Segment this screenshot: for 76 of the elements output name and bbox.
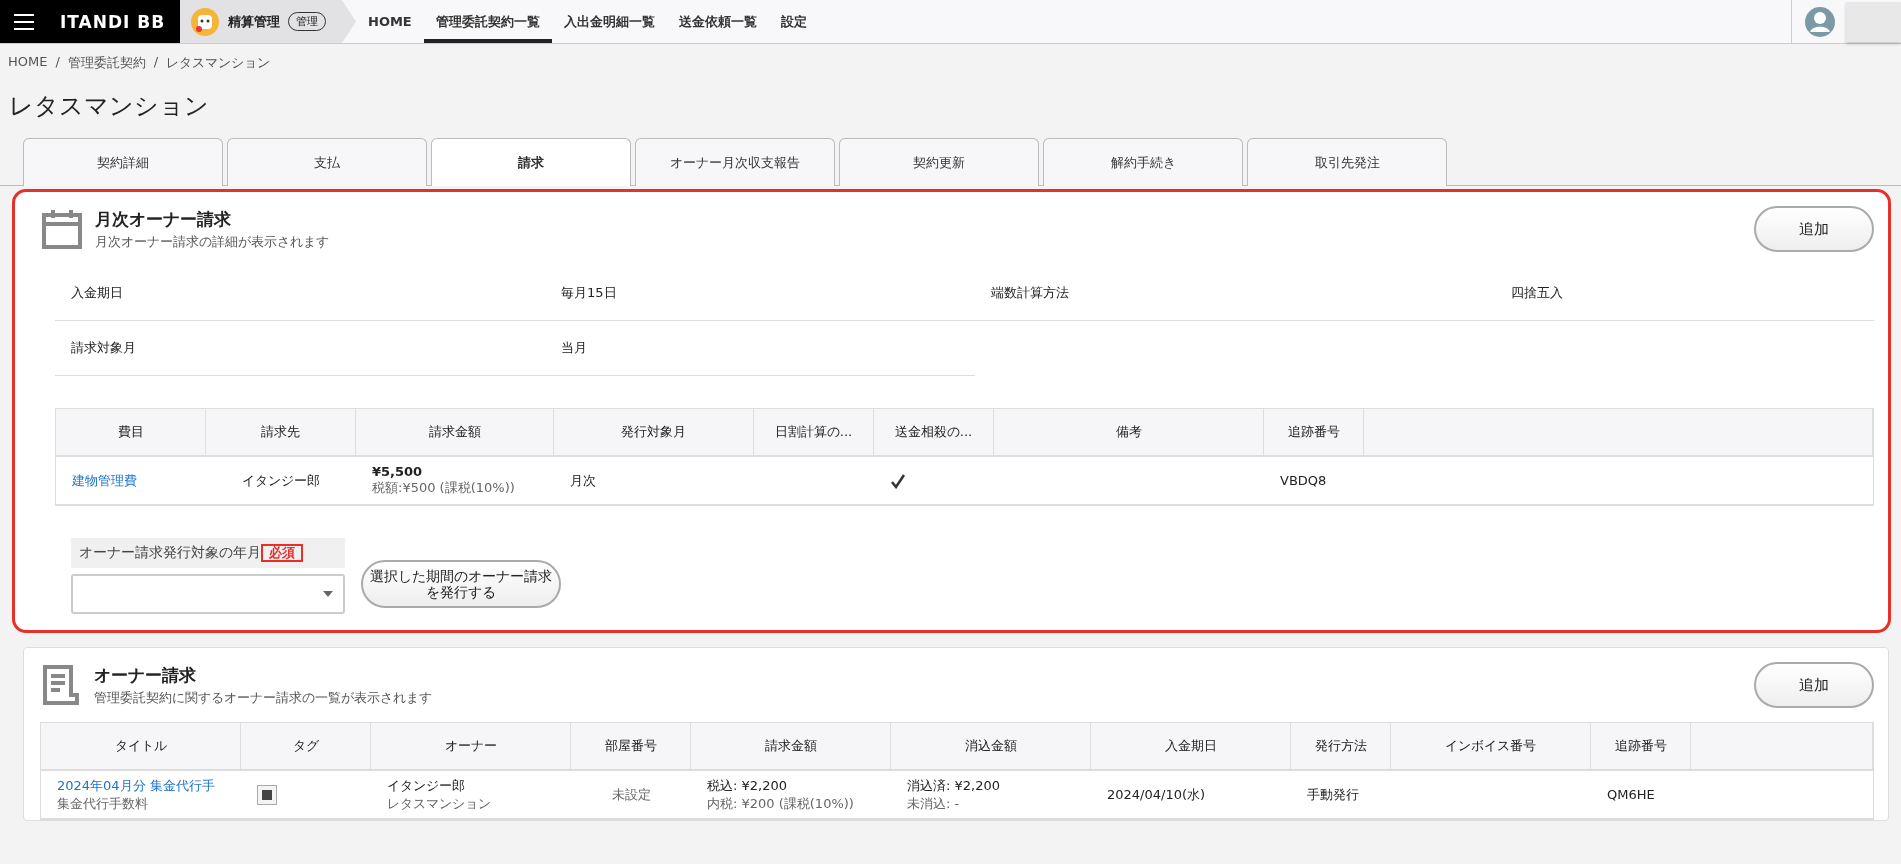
column-header: 送金相殺の... <box>874 409 994 457</box>
menu-icon[interactable] <box>14 13 34 30</box>
tab[interactable]: 契約更新 <box>839 138 1039 186</box>
table-cell-text: 税込: ¥2,200 <box>707 776 788 795</box>
section-title: オーナー請求 <box>94 663 197 687</box>
tab[interactable]: 取引先発注 <box>1247 138 1447 186</box>
table-cell-text: 手動発行 <box>1307 785 1360 804</box>
column-header: 部屋番号 <box>571 723 691 771</box>
amount-text: ¥5,500 <box>372 464 424 479</box>
section-subtitle: 管理委託契約に関するオーナー請求の一覧が表示されます <box>94 688 433 707</box>
column-header: インボイス番号 <box>1391 723 1591 771</box>
detail-value: 毎月15日 <box>545 266 975 321</box>
mascot-icon <box>190 6 220 37</box>
issue-button[interactable]: 選択した期間のオーナー請求を発行する <box>361 560 561 608</box>
table-cell-text: VBDQ8 <box>1280 473 1328 488</box>
tab[interactable]: オーナー月次収支報告 <box>635 138 835 186</box>
detail-value: 四捨五入 <box>1495 266 1874 321</box>
table-cell-text: イタンジー郎 <box>387 776 466 795</box>
table-cell: 未設定 <box>611 785 651 804</box>
column-header: 入金期日 <box>1091 723 1291 771</box>
table-cell-text: 集金代行手数料 <box>57 794 149 813</box>
title-link[interactable]: 2024年04月分 集金代行手 <box>57 776 225 795</box>
tab[interactable]: 請求 <box>431 138 631 186</box>
table-cell: イタンジー郎 <box>242 471 320 490</box>
tab[interactable]: 解約手続き <box>1043 138 1243 186</box>
tab[interactable]: 支払 <box>227 138 427 186</box>
breadcrumb-separator: / <box>55 54 60 71</box>
app-name: 精算管理 <box>228 12 280 31</box>
field-label: オーナー請求発行対象の年月 <box>79 544 261 562</box>
column-header: タイトル <box>41 723 241 771</box>
table-cell-text: QM6HE <box>1607 787 1656 802</box>
tax-text: 内税: ¥200 (課税(10%)) <box>707 794 855 813</box>
detail-label: 端数計算方法 <box>975 266 1495 321</box>
column-header: 請求先 <box>206 409 356 457</box>
breadcrumb-separator: / <box>153 54 159 71</box>
table-cell-text: 未消込: - <box>907 794 961 813</box>
section-subtitle: 月次オーナー請求の詳細が表示されます <box>95 232 330 251</box>
table-cell-text: 月次 <box>570 471 597 490</box>
column-header: 費目 <box>56 409 206 457</box>
detail-label: 請求対象月 <box>55 321 545 376</box>
required-badge: 必須 <box>261 544 303 562</box>
column-header: タグ <box>241 723 371 771</box>
breadcrumb-link[interactable]: HOME <box>8 54 48 72</box>
section-title: 月次オーナー請求 <box>95 207 232 231</box>
nav-link[interactable]: 入出金明細一覧 <box>551 0 667 43</box>
column-header: 請求金額 <box>691 723 891 771</box>
column-header: 備考 <box>994 409 1264 457</box>
detail-label: 入金期日 <box>55 266 545 321</box>
column-header: 請求金額 <box>356 409 554 457</box>
column-header: 日割計算の... <box>754 409 874 457</box>
breadcrumb-link[interactable]: 管理委託契約 <box>67 54 146 72</box>
nav-link[interactable]: HOME <box>356 0 424 43</box>
document-icon <box>40 664 82 706</box>
page-title: レタスマンション <box>9 91 210 122</box>
user-avatar-icon[interactable] <box>1804 5 1836 38</box>
column-header: 追跡番号 <box>1591 723 1691 771</box>
nav-link[interactable]: 送金依頼一覧 <box>666 0 769 43</box>
caret-icon <box>323 591 333 597</box>
calendar-icon <box>41 208 83 250</box>
detail-value: 当月 <box>545 321 975 376</box>
item-link[interactable]: 建物管理費 <box>72 471 190 490</box>
nav-link[interactable]: 設定 <box>768 0 819 43</box>
nav-link[interactable]: 管理委託契約一覧 <box>423 0 552 43</box>
add-button[interactable]: 追加 <box>1754 206 1874 252</box>
period-select[interactable] <box>71 574 345 614</box>
column-header: オーナー <box>371 723 571 771</box>
table-cell-text: 消込済: ¥2,200 <box>907 776 1001 795</box>
column-header: 消込金額 <box>891 723 1091 771</box>
column-header: 発行対象月 <box>554 409 754 457</box>
table-cell-text: 2024/04/10(水) <box>1107 785 1207 804</box>
column-header: 発行方法 <box>1291 723 1391 771</box>
table-cell-text: レタスマンション <box>387 794 492 813</box>
column-header: 追跡番号 <box>1264 409 1364 457</box>
add-button[interactable]: 追加 <box>1754 662 1874 708</box>
tax-text: 税額:¥500 (課税(10%)) <box>372 479 516 497</box>
tab[interactable]: 契約詳細 <box>23 138 223 186</box>
